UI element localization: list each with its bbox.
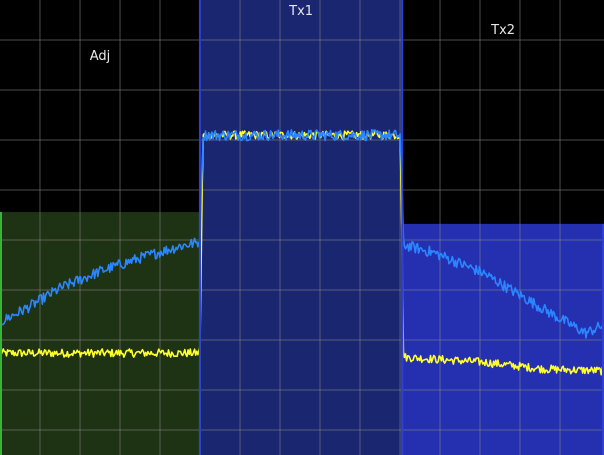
channel-label-tx1: Tx1 bbox=[288, 4, 313, 19]
spectrum-chart: Adj Tx1 Tx2 bbox=[0, 0, 604, 455]
channel-band-tx2 bbox=[402, 223, 604, 455]
channel-band-tx1 bbox=[199, 0, 403, 455]
channel-label-tx2: Tx2 bbox=[490, 23, 515, 38]
channel-label-adj: Adj bbox=[90, 49, 111, 64]
channel-band-adj bbox=[0, 212, 200, 455]
